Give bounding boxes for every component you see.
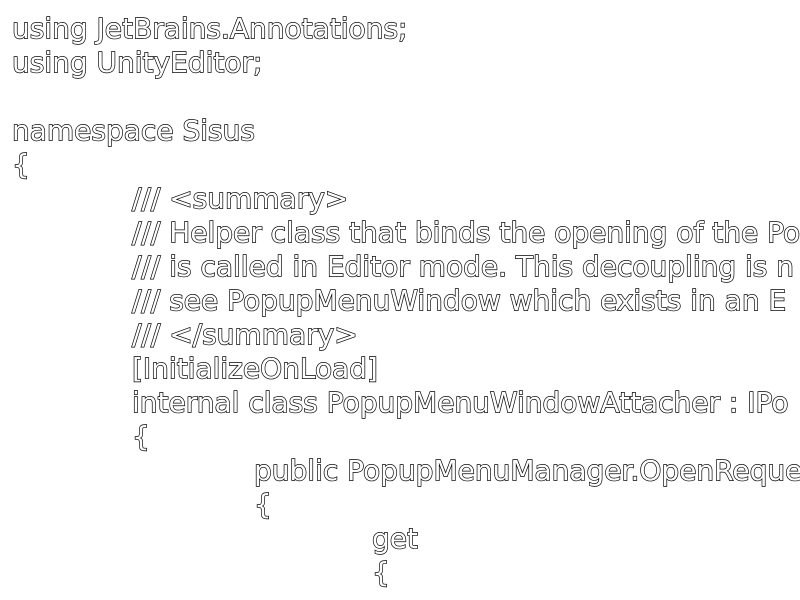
code-line-4: namespace Sisus — [11, 113, 255, 147]
code-line-5: { — [11, 147, 30, 181]
code-line-9: /// see PopupMenuWindow which exists in … — [131, 283, 787, 317]
code-line-8: /// is called in Editor mode. This decou… — [131, 249, 795, 283]
code-line-11: [InitializeOnLoad] — [131, 351, 378, 385]
code-line-17: { — [371, 555, 390, 589]
code-line-2: using UnityEditor; — [11, 45, 263, 79]
code-line-6: /// <summary> — [131, 181, 349, 215]
code-line-10: /// </summary> — [131, 317, 358, 351]
code-line-1: using JetBrains.Annotations; — [11, 11, 408, 45]
code-line-13: { — [131, 419, 150, 453]
code-line-16: get — [371, 521, 418, 555]
code-line-7: /// Helper class that binds the opening … — [131, 215, 800, 249]
code-line-14: public PopupMenuManager.OpenReque — [253, 453, 800, 487]
code-line-15: { — [253, 487, 272, 521]
code-editor-view[interactable]: using JetBrains.Annotations; using Unity… — [0, 0, 800, 600]
code-line-12: internal class PopupMenuWindowAttacher :… — [131, 385, 789, 419]
